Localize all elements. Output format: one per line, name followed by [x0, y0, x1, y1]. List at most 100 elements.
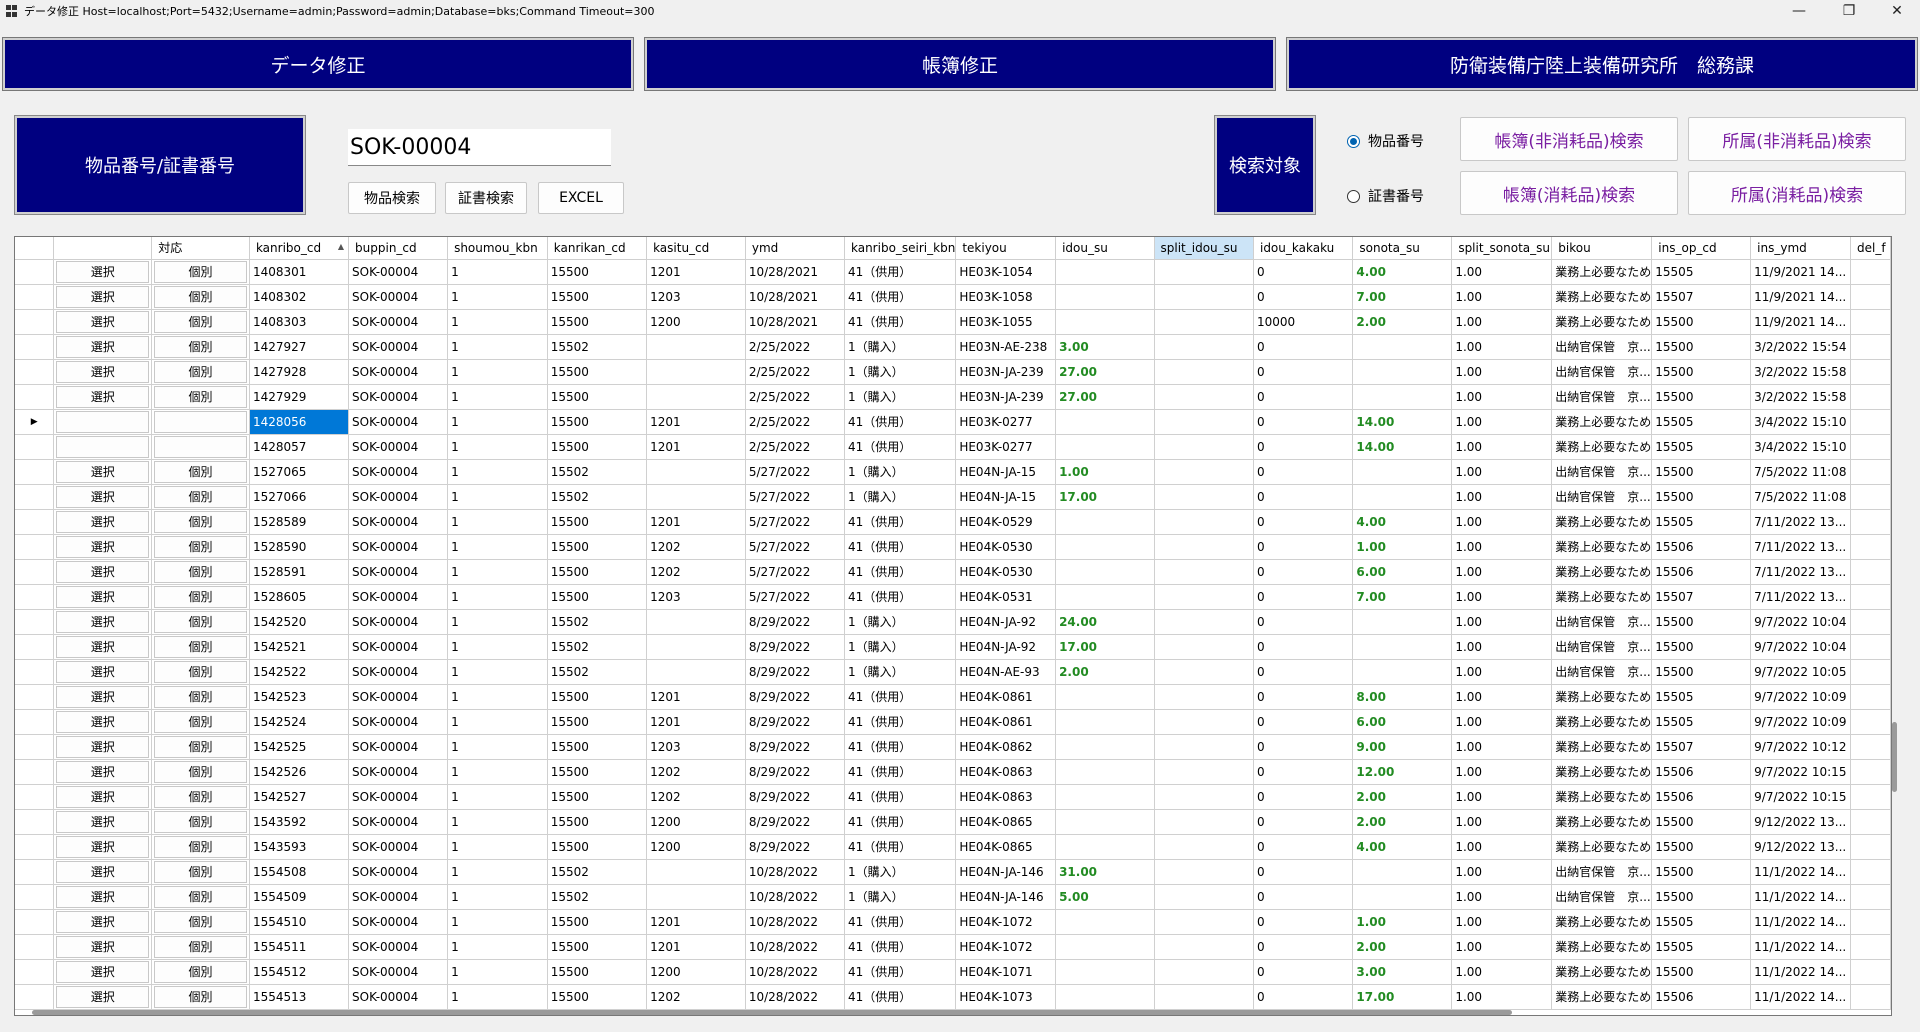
cell-ins-op-cd[interactable]: 15500	[1651, 859, 1752, 885]
cell-idou-su[interactable]	[1055, 959, 1155, 985]
select-button[interactable]	[56, 435, 150, 458]
select-cell[interactable]: 選択	[53, 309, 153, 335]
cell-sonota-su[interactable]: 14.00	[1352, 434, 1453, 460]
cell-kasitu-cd[interactable]	[646, 884, 746, 910]
select-button[interactable]: 選択	[56, 660, 150, 683]
cell-bikou[interactable]: 業務上必要なため	[1551, 709, 1653, 735]
cell-kanribo-cd[interactable]: 1542527	[249, 784, 350, 810]
select-cell[interactable]: 選択	[53, 534, 153, 560]
cell-kasitu-cd[interactable]: 1200	[646, 834, 746, 860]
cell-buppin-cd[interactable]: SOK-00004	[348, 709, 449, 735]
select-button[interactable]: 選択	[56, 910, 150, 933]
column-header[interactable]: idou_su	[1055, 237, 1155, 260]
cell-kanrikan-cd[interactable]: 15500	[547, 709, 648, 735]
ledger-consumable-search-button[interactable]: 帳簿(消耗品)検索	[1460, 171, 1678, 215]
cell-split-sonota-su[interactable]: 1.00	[1451, 934, 1553, 960]
table-row[interactable]: 選択 個別 1528590 SOK-00004 1 15500 1202 5/27/2022 4…	[15, 534, 1891, 560]
select-button[interactable]: 選択	[56, 885, 150, 908]
column-header[interactable]: ins_ymd	[1750, 237, 1852, 260]
table-row[interactable]: 選択 個別 1554513 SOK-00004 1 15500 1202 10/28/2022…	[15, 984, 1891, 1010]
row-header[interactable]	[15, 509, 55, 535]
cell-ins-ymd[interactable]: 7/5/2022 11:08	[1750, 484, 1852, 510]
cell-kasitu-cd[interactable]: 1201	[646, 259, 746, 285]
cell-idou-kakaku[interactable]: 0	[1253, 809, 1354, 835]
individual-cell[interactable]	[151, 434, 250, 460]
cell-kasitu-cd[interactable]: 1202	[646, 559, 746, 585]
cell-tekiyou[interactable]: HE04K-0863	[955, 759, 1057, 785]
cell-split-idou-su[interactable]	[1154, 634, 1254, 660]
cell-del-f[interactable]	[1850, 384, 1891, 410]
cell-bikou[interactable]: 業務上必要なため	[1551, 684, 1653, 710]
cell-idou-su[interactable]	[1055, 934, 1155, 960]
cell-kasitu-cd[interactable]: 1201	[646, 434, 746, 460]
cell-kanribo-cd[interactable]: 1408303	[249, 309, 350, 335]
cell-kasitu-cd[interactable]	[646, 359, 746, 385]
cell-idou-su[interactable]	[1055, 784, 1155, 810]
cell-sonota-su[interactable]: 2.00	[1352, 309, 1453, 335]
cell-seiri[interactable]: 1（購入）	[844, 334, 957, 360]
cell-split-sonota-su[interactable]: 1.00	[1451, 834, 1553, 860]
cell-ins-ymd[interactable]: 11/1/2022 14...	[1750, 909, 1852, 935]
cell-sonota-su[interactable]: 4.00	[1352, 259, 1453, 285]
cell-split-idou-su[interactable]	[1154, 409, 1254, 435]
cell-ins-op-cd[interactable]: 15506	[1651, 984, 1752, 1010]
cell-kanribo-cd[interactable]: 1542520	[249, 609, 350, 635]
organization-button[interactable]: 防衛装備庁陸上装備研究所 総務課	[1286, 37, 1918, 91]
cell-ins-ymd[interactable]: 9/7/2022 10:12	[1750, 734, 1852, 760]
cell-split-idou-su[interactable]	[1154, 784, 1254, 810]
cell-buppin-cd[interactable]: SOK-00004	[348, 359, 449, 385]
data-fix-button[interactable]: データ修正	[2, 37, 634, 91]
cell-bikou[interactable]: 業務上必要なため	[1551, 434, 1653, 460]
cell-sonota-su[interactable]	[1352, 484, 1453, 510]
select-button[interactable]: 選択	[56, 985, 150, 1008]
cell-idou-su[interactable]	[1055, 434, 1155, 460]
cell-kasitu-cd[interactable]: 1202	[646, 534, 746, 560]
cell-bikou[interactable]: 業務上必要なため	[1551, 809, 1653, 835]
cell-ins-ymd[interactable]: 9/7/2022 10:15	[1750, 759, 1852, 785]
select-cell[interactable]: 選択	[53, 384, 153, 410]
cell-buppin-cd[interactable]: SOK-00004	[348, 434, 449, 460]
cell-shoumou-kbn[interactable]: 1	[447, 984, 548, 1010]
cell-shoumou-kbn[interactable]: 1	[447, 259, 548, 285]
cell-shoumou-kbn[interactable]: 1	[447, 684, 548, 710]
cell-ins-op-cd[interactable]: 15500	[1651, 334, 1752, 360]
cell-ymd[interactable]: 2/25/2022	[745, 359, 845, 385]
cell-bikou[interactable]: 出納官保管 京...	[1551, 609, 1653, 635]
cell-idou-su[interactable]: 17.00	[1055, 634, 1155, 660]
cell-ins-ymd[interactable]: 7/11/2022 13...	[1750, 559, 1852, 585]
cell-kanrikan-cd[interactable]: 15500	[547, 584, 648, 610]
cell-buppin-cd[interactable]: SOK-00004	[348, 384, 449, 410]
cell-seiri[interactable]: 41（供用）	[844, 584, 957, 610]
cell-kanrikan-cd[interactable]: 15500	[547, 384, 648, 410]
cell-shoumou-kbn[interactable]: 1	[447, 659, 548, 685]
cell-kanribo-cd[interactable]: 1528591	[249, 559, 350, 585]
cell-kanrikan-cd[interactable]: 15500	[547, 934, 648, 960]
column-header[interactable]: idou_kakaku	[1253, 237, 1354, 260]
column-header[interactable]: ins_op_cd	[1651, 237, 1752, 260]
cell-seiri[interactable]: 41（供用）	[844, 409, 957, 435]
cell-tekiyou[interactable]: HE04N-JA-146	[955, 884, 1057, 910]
cell-idou-su[interactable]	[1055, 834, 1155, 860]
cell-kasitu-cd[interactable]: 1203	[646, 584, 746, 610]
cell-del-f[interactable]	[1850, 359, 1891, 385]
cell-kasitu-cd[interactable]	[646, 484, 746, 510]
cell-split-idou-su[interactable]	[1154, 309, 1254, 335]
cell-kasitu-cd[interactable]: 1202	[646, 784, 746, 810]
cell-split-sonota-su[interactable]: 1.00	[1451, 609, 1553, 635]
cell-seiri[interactable]: 41（供用）	[844, 534, 957, 560]
cell-idou-su[interactable]: 24.00	[1055, 609, 1155, 635]
cell-shoumou-kbn[interactable]: 1	[447, 509, 548, 535]
cell-tekiyou[interactable]: HE03N-JA-239	[955, 359, 1057, 385]
cell-idou-kakaku[interactable]: 0	[1253, 284, 1354, 310]
item-search-button[interactable]: 物品検索	[348, 182, 436, 214]
individual-cell[interactable]: 個別	[151, 659, 250, 685]
cell-kasitu-cd[interactable]	[646, 659, 746, 685]
cell-buppin-cd[interactable]: SOK-00004	[348, 959, 449, 985]
cell-seiri[interactable]: 41（供用）	[844, 309, 957, 335]
cell-buppin-cd[interactable]: SOK-00004	[348, 334, 449, 360]
individual-button[interactable]: 個別	[154, 735, 247, 758]
select-cell[interactable]: 選択	[53, 859, 153, 885]
cell-idou-kakaku[interactable]: 0	[1253, 909, 1354, 935]
row-header[interactable]	[15, 734, 55, 760]
cell-kanribo-cd[interactable]: 1527065	[249, 459, 350, 485]
